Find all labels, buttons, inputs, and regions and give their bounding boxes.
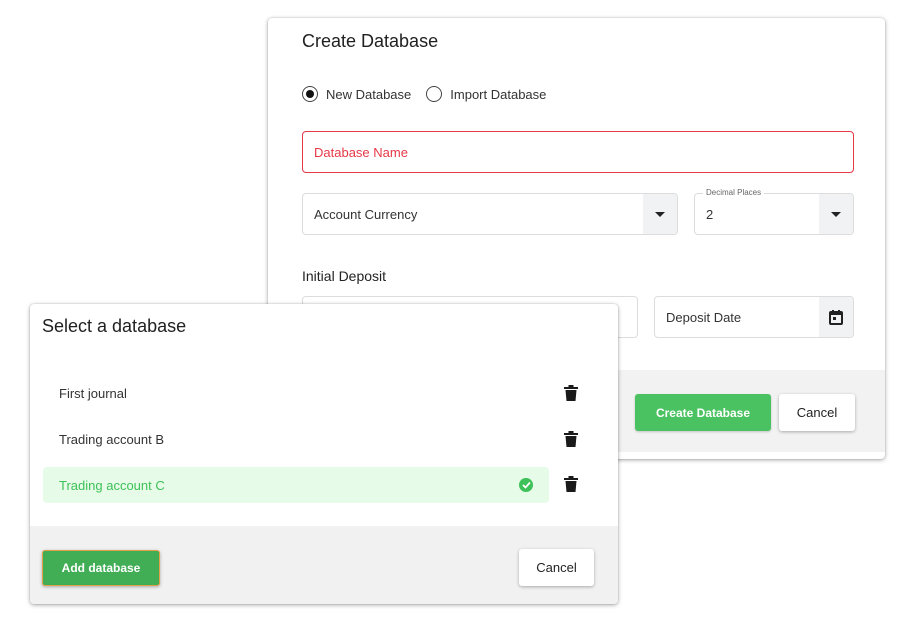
radio-new-database-label[interactable]: New Database <box>326 87 411 102</box>
caret-down-icon <box>655 211 665 217</box>
add-database-button[interactable]: Add database <box>42 550 160 586</box>
radio-import-database[interactable] <box>426 86 443 102</box>
database-name-placeholder: Database Name <box>314 144 408 160</box>
trash-icon[interactable] <box>564 385 578 401</box>
database-list-item[interactable]: Trading account B <box>43 421 549 457</box>
decimal-places-label: Decimal Places <box>703 188 765 198</box>
database-item-label: First journal <box>59 385 127 401</box>
decimal-places-select[interactable]: Decimal Places 2 <box>694 188 854 235</box>
account-currency-placeholder: Account Currency <box>314 206 418 222</box>
caret-down-icon <box>831 211 841 217</box>
deposit-date-placeholder: Deposit Date <box>666 309 742 325</box>
create-database-button[interactable]: Create Database <box>635 394 771 431</box>
create-dialog-title: Create Database <box>302 31 439 51</box>
select-dialog-title: Select a database <box>42 316 187 336</box>
database-item-label: Trading account B <box>59 431 165 447</box>
decimal-places-dropdown-button[interactable] <box>819 194 853 234</box>
create-cancel-button[interactable]: Cancel <box>779 394 855 431</box>
database-item-label: Trading account C <box>59 477 165 493</box>
initial-deposit-label: Initial Deposit <box>302 268 387 284</box>
database-list-item-selected[interactable]: Trading account C <box>43 467 549 503</box>
trash-icon[interactable] <box>564 476 578 492</box>
trash-icon[interactable] <box>564 431 578 447</box>
database-list-item[interactable]: First journal <box>43 375 549 411</box>
database-type-radio-group: New Database Import Database <box>302 86 561 102</box>
check-circle-icon <box>519 478 533 492</box>
select-dialog-footer: Add database Cancel <box>30 526 618 604</box>
database-name-input[interactable]: Database Name <box>302 131 854 173</box>
select-cancel-button[interactable]: Cancel <box>519 549 594 586</box>
account-currency-select[interactable]: Account Currency <box>302 193 678 235</box>
deposit-date-input[interactable]: Deposit Date <box>654 296 854 338</box>
decimal-places-value: 2 <box>706 206 714 222</box>
radio-new-database[interactable] <box>302 86 318 102</box>
calendar-button[interactable] <box>819 297 853 337</box>
account-currency-dropdown-button[interactable] <box>643 194 677 234</box>
calendar-icon <box>829 309 843 325</box>
radio-import-database-label[interactable]: Import Database <box>450 87 546 102</box>
select-database-dialog: Select a database First journal Trading … <box>30 304 618 604</box>
